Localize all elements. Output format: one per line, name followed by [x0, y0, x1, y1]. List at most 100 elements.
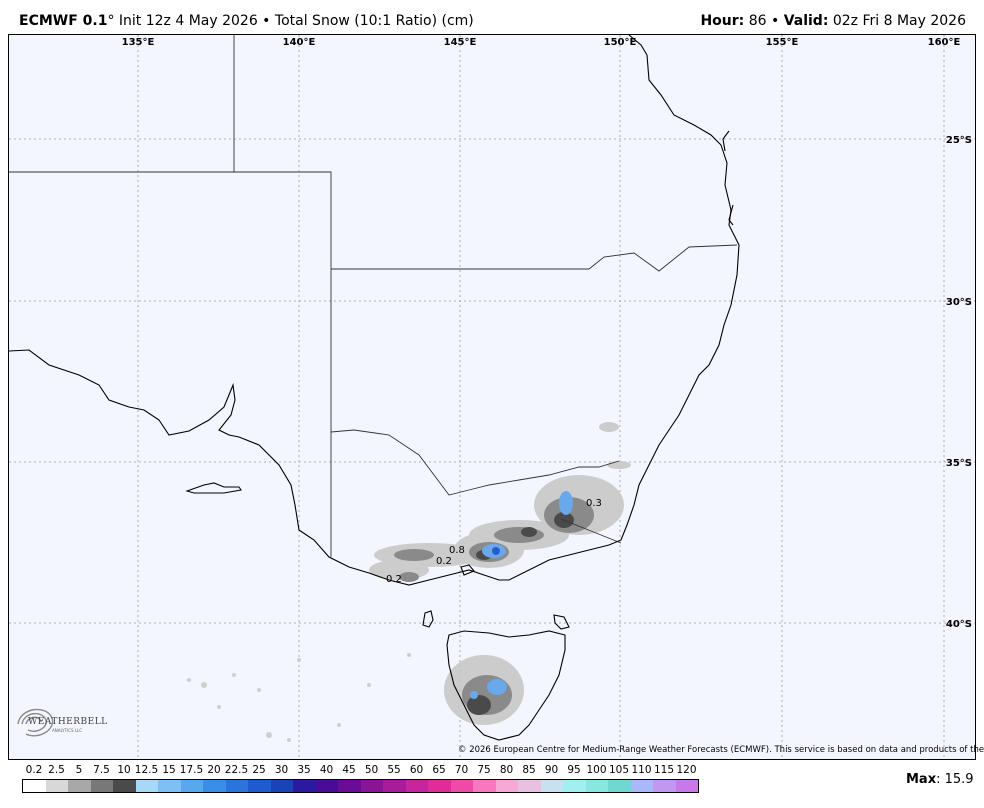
- legend-swatch: [45, 780, 68, 792]
- legend-swatch: [518, 780, 541, 792]
- legend-swatch: [428, 780, 451, 792]
- title-bullet: •: [257, 13, 275, 29]
- legend-swatch: [315, 780, 338, 792]
- legend-tick-label: 22.5: [224, 764, 249, 776]
- header-bar: ECMWF 0.1° Init 12z 4 May 2026 • Total S…: [0, 0, 984, 34]
- legend-swatch: [540, 780, 563, 792]
- valid-time-info: Hour: 86 • Valid: 02z Fri 8 May 2026: [700, 13, 966, 29]
- legend-tick-label: 65: [432, 764, 446, 776]
- legend-swatch: [248, 780, 271, 792]
- legend-swatch: [23, 780, 46, 792]
- legend-tick-label: 5: [75, 764, 83, 776]
- lat-label-30: 30°S: [946, 297, 972, 308]
- legend-tick-label: 70: [454, 764, 469, 776]
- legend-swatch: [450, 780, 473, 792]
- legend-tick-label: 7.5: [93, 764, 110, 776]
- legend-swatch: [338, 780, 361, 792]
- legend-tick-label: 120: [676, 764, 697, 776]
- legend-swatch: [653, 780, 676, 792]
- contour-label: 0.3: [586, 498, 602, 509]
- state-borders: [9, 35, 738, 557]
- map-canvas: 135°E 140°E 145°E 150°E 155°E 160°E 25°S…: [9, 35, 975, 759]
- legend-swatch: [113, 780, 136, 792]
- legend-swatch: [135, 780, 158, 792]
- contour-label: 0.8: [449, 545, 465, 556]
- legend-swatch: [630, 780, 653, 792]
- legend-swatch: [495, 780, 518, 792]
- legend-tick-label: 15: [162, 764, 176, 776]
- legend-tick-label: 60: [409, 764, 424, 776]
- init-time: Init 12z 4 May 2026: [114, 13, 258, 29]
- weatherbell-logo: WEATHERBELL ANALYTICS LLC: [12, 700, 107, 746]
- legend-swatch: [383, 780, 406, 792]
- legend-tick-label: 35: [297, 764, 311, 776]
- legend-tick-label: 45: [342, 764, 356, 776]
- coastline: [9, 35, 740, 741]
- legend-tick-label: 95: [567, 764, 581, 776]
- legend-swatch: [585, 780, 608, 792]
- valid-label: Valid:: [783, 13, 829, 29]
- legend-tick-label: 105: [608, 764, 630, 776]
- legend-swatch: [203, 780, 226, 792]
- logo-text: WEATHERBELL: [28, 717, 108, 727]
- max-value-readout: Max: 15.9: [906, 772, 974, 787]
- contour-label: 0.2: [436, 556, 452, 567]
- legend-swatch: [270, 780, 293, 792]
- max-label: Max: [906, 772, 937, 787]
- legend-swatch: [68, 780, 91, 792]
- legend-tick-label: 90: [544, 764, 559, 776]
- legend-tick-label: 2.5: [48, 764, 65, 776]
- map-panel: 135°E 140°E 145°E 150°E 155°E 160°E 25°S…: [8, 34, 976, 760]
- legend-labels: 0.2 2.5 5 7.5 10 12.5 15 17.5 20 22.5 25 30 35 40 45 50…: [22, 764, 702, 778]
- legend-tick-label: 17.5: [179, 764, 204, 776]
- legend-swatch: [158, 780, 181, 792]
- legend-swatch: [360, 780, 383, 792]
- legend-tick-label: 0.2: [25, 764, 43, 776]
- valid-bullet: •: [766, 13, 784, 29]
- logo-subtext: ANALYTICS LLC: [52, 728, 83, 733]
- valid-value: 02z Fri 8 May 2026: [828, 13, 966, 29]
- contour-label: 0.2: [386, 574, 402, 585]
- legend-swatch: [90, 780, 113, 792]
- graticule: [9, 35, 975, 759]
- product-name: Total Snow (10:1 Ratio) (cm): [274, 13, 474, 29]
- legend-tick-label: 12.5: [134, 764, 159, 776]
- lon-label-140: 140°E: [283, 37, 316, 48]
- copyright-notice: © 2026 European Centre for Medium-Range …: [458, 745, 984, 755]
- legend-tick-label: 40: [319, 764, 334, 776]
- legend-swatch: [608, 780, 631, 792]
- lon-label-145: 145°E: [444, 37, 477, 48]
- lat-label-25: 25°S: [946, 135, 972, 146]
- legend-tick-label: 10: [117, 764, 131, 776]
- lon-label-150: 150°E: [604, 37, 637, 48]
- legend-swatch: [563, 780, 586, 792]
- legend-tick-label: 50: [364, 764, 379, 776]
- legend-tick-label: 55: [387, 764, 401, 776]
- legend-swatch: [675, 780, 698, 792]
- legend-swatch: [180, 780, 203, 792]
- legend-tick-label: 30: [274, 764, 289, 776]
- lat-label-40: 40°S: [946, 619, 972, 630]
- legend-colorbar: [22, 779, 699, 793]
- legend-tick-label: 25: [252, 764, 266, 776]
- lat-label-35: 35°S: [946, 458, 972, 469]
- hour-value: 86: [744, 13, 767, 29]
- legend-swatch: [473, 780, 496, 792]
- legend-swatch: [293, 780, 316, 792]
- model-name: ECMWF 0.1: [19, 13, 108, 29]
- map-title: ECMWF 0.1° Init 12z 4 May 2026 • Total S…: [19, 13, 474, 29]
- legend-swatch: [405, 780, 428, 792]
- legend-swatch: [225, 780, 248, 792]
- lon-label-155: 155°E: [766, 37, 799, 48]
- legend-tick-label: 115: [653, 764, 675, 776]
- legend-tick-label: 85: [522, 764, 536, 776]
- legend-tick-label: 20: [207, 764, 221, 776]
- legend-tick-label: 80: [499, 764, 514, 776]
- lon-label-160: 160°E: [928, 37, 961, 48]
- lon-label-135: 135°E: [122, 37, 155, 48]
- legend-tick-label: 100: [586, 764, 607, 776]
- legend-tick-label: 110: [631, 764, 652, 776]
- hour-label: Hour:: [700, 13, 745, 29]
- max-value: : 15.9: [936, 772, 974, 787]
- legend-tick-label: 75: [477, 764, 491, 776]
